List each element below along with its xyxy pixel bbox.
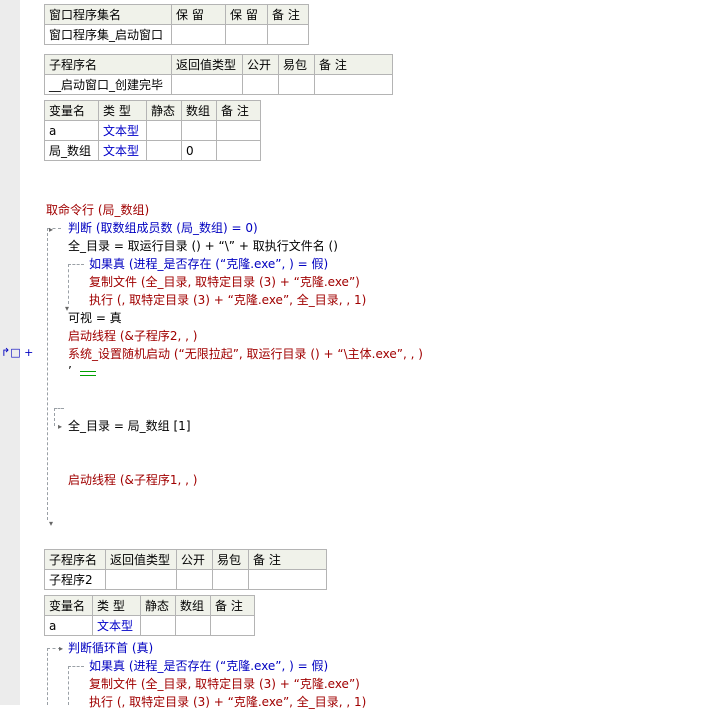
table-cell[interactable] xyxy=(225,24,268,45)
col-header: 数组 xyxy=(175,595,211,616)
subroutine-table-2: 子程序名 返回值类型 公开 易包 备 注 子程序2 xyxy=(44,549,327,590)
table-cell[interactable] xyxy=(171,74,243,95)
window-set-table: 窗口程序集名 保 留 保 留 备 注 窗口程序集_启动窗口 xyxy=(44,4,309,45)
col-header: 备 注 xyxy=(267,4,309,25)
table-cell[interactable] xyxy=(210,615,255,636)
table-cell[interactable] xyxy=(181,120,217,141)
col-header: 返回值类型 xyxy=(171,54,243,75)
subroutine-name-cell[interactable]: __启动窗口_创建完毕 xyxy=(44,74,172,95)
col-header: 类 型 xyxy=(98,100,147,121)
var-name-cell[interactable]: 局_数组 xyxy=(44,140,99,161)
table-cell[interactable] xyxy=(216,140,261,161)
code-line[interactable]: 系统_设置随机启动 (“无限拉起”, 取运行目录 () + “\主体.exe”,… xyxy=(68,345,423,363)
col-header: 子程序名 xyxy=(44,549,106,570)
col-header: 返回值类型 xyxy=(105,549,177,570)
flow-arrow-icon: ▸ xyxy=(49,225,54,234)
code-line[interactable]: 如果真 (进程_是否存在 (“克隆.exe”, ) = 假) xyxy=(89,255,328,273)
col-header: 窗口程序集名 xyxy=(44,4,172,25)
code-line[interactable]: 执行 (, 取特定目录 (3) + “克隆.exe”, 全_目录, , 1) xyxy=(89,291,366,309)
col-header: 备 注 xyxy=(248,549,327,570)
col-header: 公开 xyxy=(242,54,279,75)
table-cell[interactable] xyxy=(146,140,182,161)
flow-line xyxy=(68,264,69,304)
breakpoint-marker-icon[interactable]: ↱□ + xyxy=(1,346,33,359)
col-header: 备 注 xyxy=(210,595,255,616)
flow-line xyxy=(47,228,48,520)
table-cell[interactable] xyxy=(105,569,177,590)
local-vars-table-2: 变量名 类 型 静态 数组 备 注 a 文本型 xyxy=(44,595,255,636)
table-cell[interactable] xyxy=(278,74,315,95)
table-cell[interactable] xyxy=(176,569,213,590)
table-cell[interactable] xyxy=(212,569,249,590)
var-name-cell[interactable]: a xyxy=(44,120,99,141)
code-line[interactable]: 全_目录 = 局_数组 [1] xyxy=(68,417,191,435)
flow-line xyxy=(68,264,84,265)
col-header: 易包 xyxy=(278,54,315,75)
table-cell[interactable] xyxy=(314,74,393,95)
col-header: 备 注 xyxy=(216,100,261,121)
col-header: 易包 xyxy=(212,549,249,570)
col-header: 类 型 xyxy=(92,595,141,616)
flow-line xyxy=(54,408,55,426)
code-line[interactable]: 如果真 (进程_是否存在 (“克隆.exe”, ) = 假) xyxy=(89,657,328,675)
subroutine-table-1: 子程序名 返回值类型 公开 易包 备 注 __启动窗口_创建完毕 xyxy=(44,54,393,95)
table-cell[interactable] xyxy=(171,24,226,45)
var-type-cell[interactable]: 文本型 xyxy=(92,615,141,636)
flow-line xyxy=(54,408,64,409)
window-set-name-cell[interactable]: 窗口程序集_启动窗口 xyxy=(44,24,172,45)
flow-arrow-icon: ▸ xyxy=(59,644,64,653)
var-type-cell[interactable]: 文本型 xyxy=(98,140,147,161)
table-cell[interactable]: 0 xyxy=(181,140,217,161)
flow-line xyxy=(68,666,69,705)
code-line[interactable]: 判断 (取数组成员数 (局_数组) = 0) xyxy=(68,219,258,237)
code-line[interactable]: 判断循环首 (真) xyxy=(68,639,153,657)
col-header: 备 注 xyxy=(314,54,393,75)
code-line[interactable]: 复制文件 (全_目录, 取特定目录 (3) + “克隆.exe”) xyxy=(89,273,360,291)
code-line[interactable]: 执行 (, 取特定目录 (3) + “克隆.exe”, 全_目录, , 1) xyxy=(89,693,366,711)
col-header: 数组 xyxy=(181,100,217,121)
local-vars-table-1: 变量名 类 型 静态 数组 备 注 a 文本型 局_数组 文本型 0 xyxy=(44,100,261,161)
var-name-cell[interactable]: a xyxy=(44,615,93,636)
subroutine-name-cell[interactable]: 子程序2 xyxy=(44,569,106,590)
flow-line xyxy=(47,648,48,705)
var-type-cell[interactable]: 文本型 xyxy=(98,120,147,141)
table-cell[interactable] xyxy=(175,615,211,636)
table-cell[interactable] xyxy=(248,569,327,590)
code-line[interactable]: 启动线程 (&子程序1, , ) xyxy=(68,471,197,489)
table-cell[interactable] xyxy=(267,24,309,45)
col-header: 静态 xyxy=(140,595,176,616)
col-header: 变量名 xyxy=(44,595,93,616)
code-line[interactable]: 可视 = 真 xyxy=(68,309,122,327)
col-header: 变量名 xyxy=(44,100,99,121)
flow-arrow-icon: ▸ xyxy=(58,422,63,431)
flow-arrow-icon: ▾ xyxy=(49,519,54,528)
code-line[interactable]: ’ xyxy=(68,362,72,380)
col-header: 保 留 xyxy=(171,4,226,25)
code-line[interactable]: 启动线程 (&子程序2, , ) xyxy=(68,327,197,345)
col-header: 保 留 xyxy=(225,4,268,25)
table-cell[interactable] xyxy=(242,74,279,95)
table-cell[interactable] xyxy=(140,615,176,636)
comment-underline xyxy=(80,371,96,376)
flow-line xyxy=(68,666,84,667)
code-line[interactable]: 复制文件 (全_目录, 取特定目录 (3) + “克隆.exe”) xyxy=(89,675,360,693)
code-line[interactable]: 全_目录 = 取运行目录 () + “\” + 取执行文件名 () xyxy=(68,237,338,255)
code-line[interactable]: 取命令行 (局_数组) xyxy=(46,201,149,219)
col-header: 子程序名 xyxy=(44,54,172,75)
table-cell[interactable] xyxy=(146,120,182,141)
table-cell[interactable] xyxy=(216,120,261,141)
col-header: 公开 xyxy=(176,549,213,570)
col-header: 静态 xyxy=(146,100,182,121)
